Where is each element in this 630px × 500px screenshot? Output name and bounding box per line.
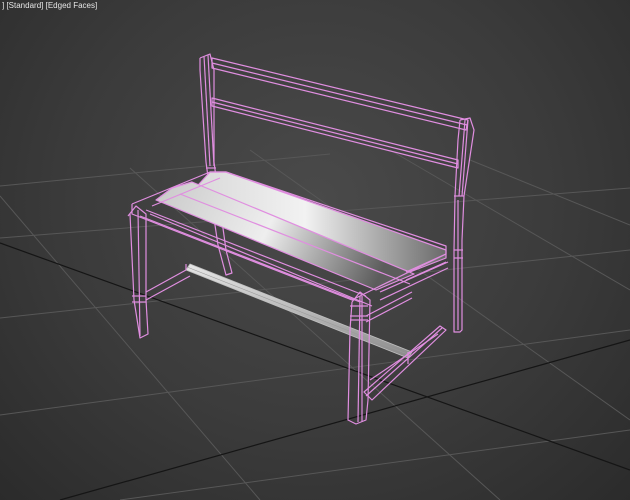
bench-model[interactable] [127,53,475,425]
bench-seat-slats[interactable] [131,171,449,307]
scene-canvas[interactable] [0,0,630,500]
bench-backrest[interactable] [211,57,469,169]
3d-viewport[interactable]: ] [Standard] [Edged Faces] [0,0,630,500]
grid-axis [0,242,630,500]
bench-rear-right-leg[interactable] [453,117,475,333]
